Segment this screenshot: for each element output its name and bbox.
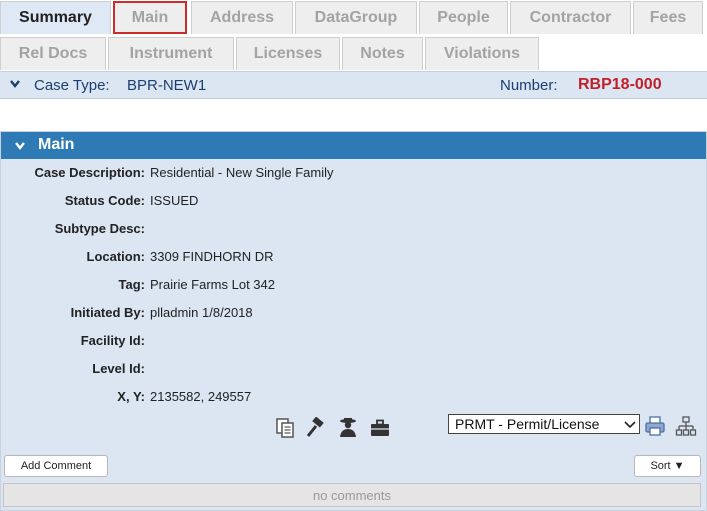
field-label: Subtype Desc: <box>54 221 145 236</box>
field-label: Level Id: <box>92 361 145 376</box>
field-xy: X, Y: 2135582, 249557 <box>1 389 706 409</box>
case-number-label: Number: <box>500 77 558 94</box>
field-value: ISSUED <box>150 193 199 208</box>
field-value: Residential - New Single Family <box>150 165 334 180</box>
field-tag: Tag: Prairie Farms Lot 342 <box>1 277 706 297</box>
chevron-down-icon <box>624 421 636 429</box>
tab-rel-docs[interactable]: Rel Docs <box>0 37 106 70</box>
comments-empty-message: no comments <box>3 483 701 507</box>
report-select-value: PRMT - Permit/License <box>455 416 600 432</box>
tab-fees[interactable]: Fees <box>633 1 703 34</box>
copy-icon[interactable] <box>274 417 296 439</box>
add-comment-button[interactable]: Add Comment <box>4 455 108 477</box>
field-label: X, Y: <box>117 389 145 404</box>
main-panel-header[interactable]: Main <box>1 132 706 159</box>
field-label: Initiated By: <box>70 305 145 320</box>
field-initiated-by: Initiated By: plladmin 1/8/2018 <box>1 305 706 325</box>
field-status-code: Status Code: ISSUED <box>1 193 706 213</box>
printer-icon[interactable] <box>644 415 666 437</box>
field-label: Case Description: <box>34 165 145 180</box>
field-level-id: Level Id: <box>1 361 706 381</box>
field-label: Status Code: <box>64 193 145 208</box>
field-value: 2135582, 249557 <box>150 389 252 404</box>
case-type-label: Case Type: <box>34 77 110 94</box>
briefcase-icon[interactable] <box>369 417 391 439</box>
chevron-down-icon[interactable] <box>9 78 21 90</box>
tab-summary[interactable]: Summary <box>0 1 111 34</box>
hierarchy-icon[interactable] <box>675 415 697 437</box>
gavel-icon[interactable] <box>305 417 327 439</box>
panel-title: Main <box>38 136 75 153</box>
tab-address[interactable]: Address <box>191 1 293 34</box>
tab-contractor[interactable]: Contractor <box>510 1 631 34</box>
case-header-bar: Case Type: BPR-NEW1 Number: RBP18-000 <box>0 71 707 99</box>
field-value: Prairie Farms Lot 342 <box>150 277 275 292</box>
field-facility-id: Facility Id: <box>1 333 706 353</box>
tab-bar: Summary Main Address DataGroup People Co… <box>0 0 707 72</box>
tab-datagroup[interactable]: DataGroup <box>295 1 417 34</box>
inspector-icon[interactable] <box>337 416 359 438</box>
tab-violations[interactable]: Violations <box>425 37 539 70</box>
field-case-description: Case Description: Residential - New Sing… <box>1 165 706 185</box>
tab-licenses[interactable]: Licenses <box>236 37 340 70</box>
chevron-down-icon[interactable] <box>14 140 26 152</box>
tab-main[interactable]: Main <box>113 1 187 34</box>
case-type-value: BPR-NEW1 <box>127 77 207 94</box>
field-label: Location: <box>86 249 146 264</box>
field-subtype-desc: Subtype Desc: <box>1 221 706 241</box>
field-location: Location: 3309 FINDHORN DR <box>1 249 706 269</box>
sort-button[interactable]: Sort ▼ <box>634 455 701 477</box>
case-number-value: RBP18-000 <box>578 76 662 93</box>
field-label: Facility Id: <box>80 333 145 348</box>
field-label: Tag: <box>118 277 145 292</box>
report-select[interactable]: PRMT - Permit/License <box>448 414 640 434</box>
field-value: 3309 FINDHORN DR <box>150 249 274 264</box>
tab-people[interactable]: People <box>419 1 508 34</box>
tab-instrument[interactable]: Instrument <box>108 37 234 70</box>
field-value: plladmin 1/8/2018 <box>150 305 253 320</box>
main-panel: Main Case Description: Residential - New… <box>0 131 707 511</box>
tab-notes[interactable]: Notes <box>342 37 423 70</box>
